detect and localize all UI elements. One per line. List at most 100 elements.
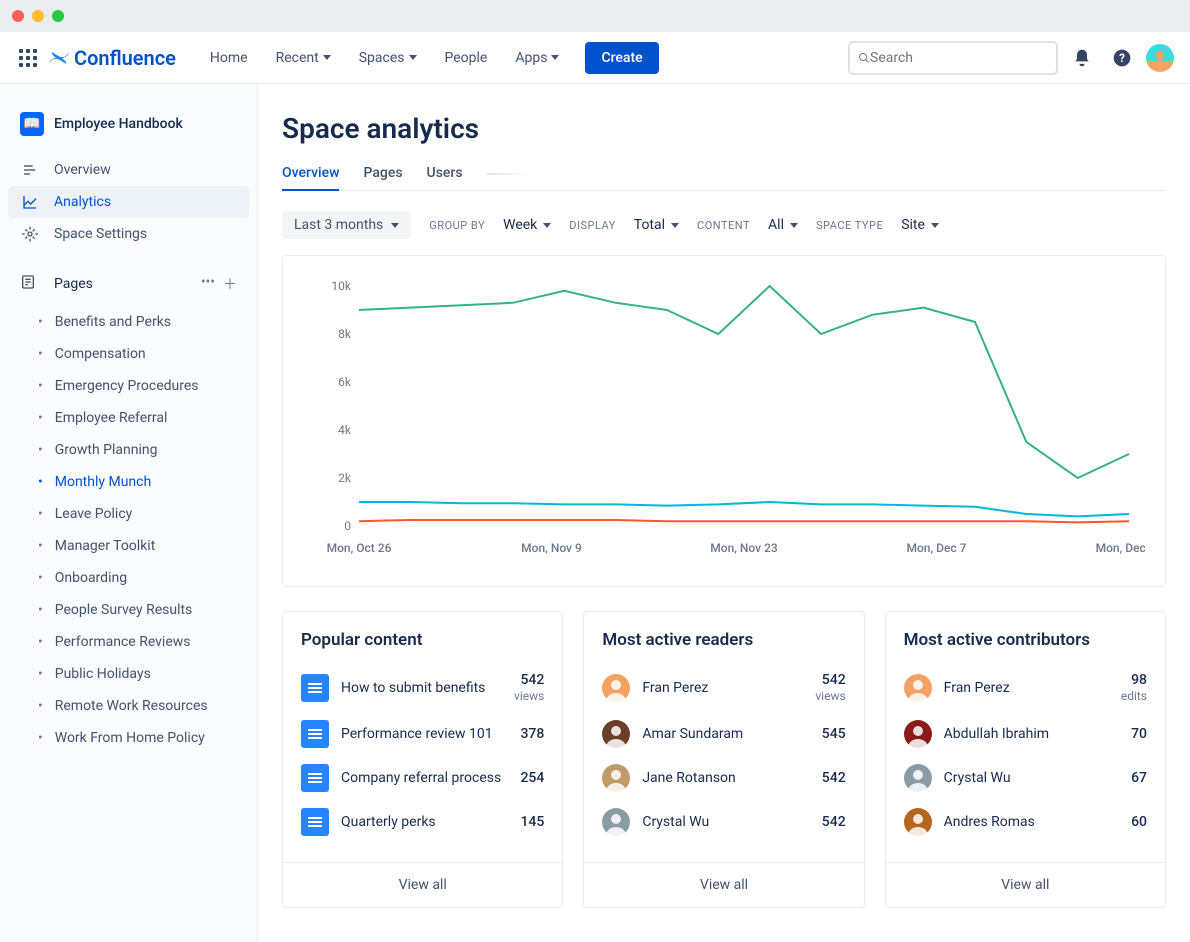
page-tree-item[interactable]: Employee Referral	[8, 402, 249, 434]
filter-space-type[interactable]: Site	[901, 217, 939, 233]
avatar	[904, 674, 932, 702]
minimize-window-button[interactable]	[32, 10, 44, 22]
help-icon[interactable]: ?	[1106, 42, 1138, 74]
item-name: Jane Rotanson	[642, 770, 809, 786]
list-item[interactable]: Performance review 101378	[301, 712, 544, 756]
page-icon	[301, 808, 329, 836]
chevron-down-icon	[323, 55, 331, 60]
tab-pages[interactable]: Pages	[363, 157, 402, 190]
space-icon: 📖	[20, 112, 44, 136]
page-tree-item[interactable]: Emergency Procedures	[8, 370, 249, 402]
list-item[interactable]: Crystal Wu 67	[904, 756, 1147, 800]
filter-group-by[interactable]: Week	[503, 217, 551, 233]
view-all-button[interactable]: View all	[886, 862, 1165, 907]
create-button[interactable]: Create	[585, 42, 658, 74]
svg-text:4k: 4k	[338, 423, 352, 437]
tab-overview[interactable]: Overview	[282, 157, 339, 191]
svg-text:6k: 6k	[338, 375, 352, 389]
nav-spaces[interactable]: Spaces	[349, 44, 427, 72]
card-active-readers: Most active readers Fran Perez542viewsAm…	[583, 611, 864, 908]
close-window-button[interactable]	[12, 10, 24, 22]
list-item[interactable]: Fran Perez98edits	[904, 664, 1147, 712]
page-tree-item[interactable]: Growth Planning	[8, 434, 249, 466]
list-item[interactable]: Fran Perez542views	[602, 664, 845, 712]
search-input[interactable]	[848, 41, 1058, 75]
maximize-window-button[interactable]	[52, 10, 64, 22]
nav-recent[interactable]: Recent	[266, 44, 341, 72]
svg-text:Mon, Oct 26: Mon, Oct 26	[327, 541, 392, 555]
list-item[interactable]: Jane Rotanson542	[602, 756, 845, 800]
filter-display[interactable]: Total	[634, 217, 679, 233]
list-item[interactable]: Quarterly perks 145	[301, 800, 544, 844]
avatar	[602, 720, 630, 748]
tabs: Overview Pages Users	[282, 157, 1166, 191]
page-tree-item[interactable]: Onboarding	[8, 562, 249, 594]
page-icon	[301, 764, 329, 792]
page-icon	[301, 720, 329, 748]
confluence-logo[interactable]: Confluence	[48, 46, 176, 70]
list-item[interactable]: Abdullah Ibrahim70	[904, 712, 1147, 756]
item-name: Crystal Wu	[944, 770, 1119, 786]
sidebar: 📖 Employee Handbook Overview Analytics S…	[0, 84, 258, 942]
item-name: Quarterly perks	[341, 814, 508, 830]
user-avatar[interactable]	[1146, 44, 1174, 72]
item-name: Amar Sundaram	[642, 726, 809, 742]
page-tree-item[interactable]: Leave Policy	[8, 498, 249, 530]
page-tree-item[interactable]: Remote Work Resources	[8, 690, 249, 722]
sidebar-item-overview[interactable]: Overview	[8, 154, 249, 186]
app-switcher-icon[interactable]	[16, 46, 40, 70]
search-icon	[858, 50, 870, 66]
item-value: 542views	[514, 672, 544, 704]
page-tree-item[interactable]: Benefits and Perks	[8, 306, 249, 338]
add-page-icon[interactable]: ＋	[223, 274, 237, 294]
sidebar-item-space-settings[interactable]: Space Settings	[8, 218, 249, 250]
item-value: 542	[822, 814, 846, 830]
list-item[interactable]: Crystal Wu542	[602, 800, 845, 844]
item-value: 145	[520, 814, 544, 830]
list-item[interactable]: How to submit benefits542views	[301, 664, 544, 712]
page-tree-item[interactable]: Monthly Munch	[8, 466, 249, 498]
page-tree-item[interactable]: People Survey Results	[8, 594, 249, 626]
item-value: 67	[1131, 770, 1147, 786]
card-active-contributors: Most active contributors Fran Perez98edi…	[885, 611, 1166, 908]
sidebar-pages-header[interactable]: Pages ••• ＋	[8, 266, 249, 302]
svg-text:Mon, Dec 21: Mon, Dec 21	[1096, 541, 1145, 555]
nav-apps[interactable]: Apps	[505, 44, 569, 72]
view-all-button[interactable]: View all	[584, 862, 863, 907]
page-icon	[301, 674, 329, 702]
view-all-button[interactable]: View all	[283, 862, 562, 907]
overview-icon	[20, 162, 40, 178]
list-item[interactable]: Andres Romas60	[904, 800, 1147, 844]
card-popular-content: Popular content How to submit benefits54…	[282, 611, 563, 908]
card-title: Most active contributors	[904, 630, 1147, 650]
avatar	[904, 764, 932, 792]
nav-people[interactable]: People	[435, 44, 498, 72]
analytics-icon	[20, 194, 40, 210]
filter-content[interactable]: All	[768, 217, 798, 233]
more-actions-icon[interactable]: •••	[201, 274, 215, 294]
filter-date-range[interactable]: Last 3 months	[282, 211, 411, 239]
chevron-down-icon	[391, 223, 399, 228]
label-group-by: GROUP BY	[429, 219, 485, 232]
page-tree-item[interactable]: Work From Home Policy	[8, 722, 249, 754]
list-item[interactable]: Amar Sundaram545	[602, 712, 845, 756]
avatar	[602, 764, 630, 792]
page-title: Space analytics	[282, 112, 1166, 145]
chevron-down-icon	[409, 55, 417, 60]
filters-bar: Last 3 months GROUP BY Week DISPLAY Tota…	[282, 211, 1166, 239]
svg-text:Mon, Nov 9: Mon, Nov 9	[521, 541, 582, 555]
page-tree-item[interactable]: Public Holidays	[8, 658, 249, 690]
chevron-down-icon	[543, 223, 551, 228]
list-item[interactable]: Company referral process254	[301, 756, 544, 800]
item-value: 60	[1131, 814, 1147, 830]
page-tree-item[interactable]: Manager Toolkit	[8, 530, 249, 562]
tab-users[interactable]: Users	[427, 157, 463, 190]
item-value: 70	[1131, 726, 1147, 742]
page-tree-item[interactable]: Compensation	[8, 338, 249, 370]
page-tree-item[interactable]: Performance Reviews	[8, 626, 249, 658]
nav-home[interactable]: Home	[200, 44, 258, 72]
space-header[interactable]: 📖 Employee Handbook	[8, 104, 249, 144]
avatar	[904, 808, 932, 836]
notifications-icon[interactable]	[1066, 42, 1098, 74]
sidebar-item-analytics[interactable]: Analytics	[8, 186, 249, 218]
